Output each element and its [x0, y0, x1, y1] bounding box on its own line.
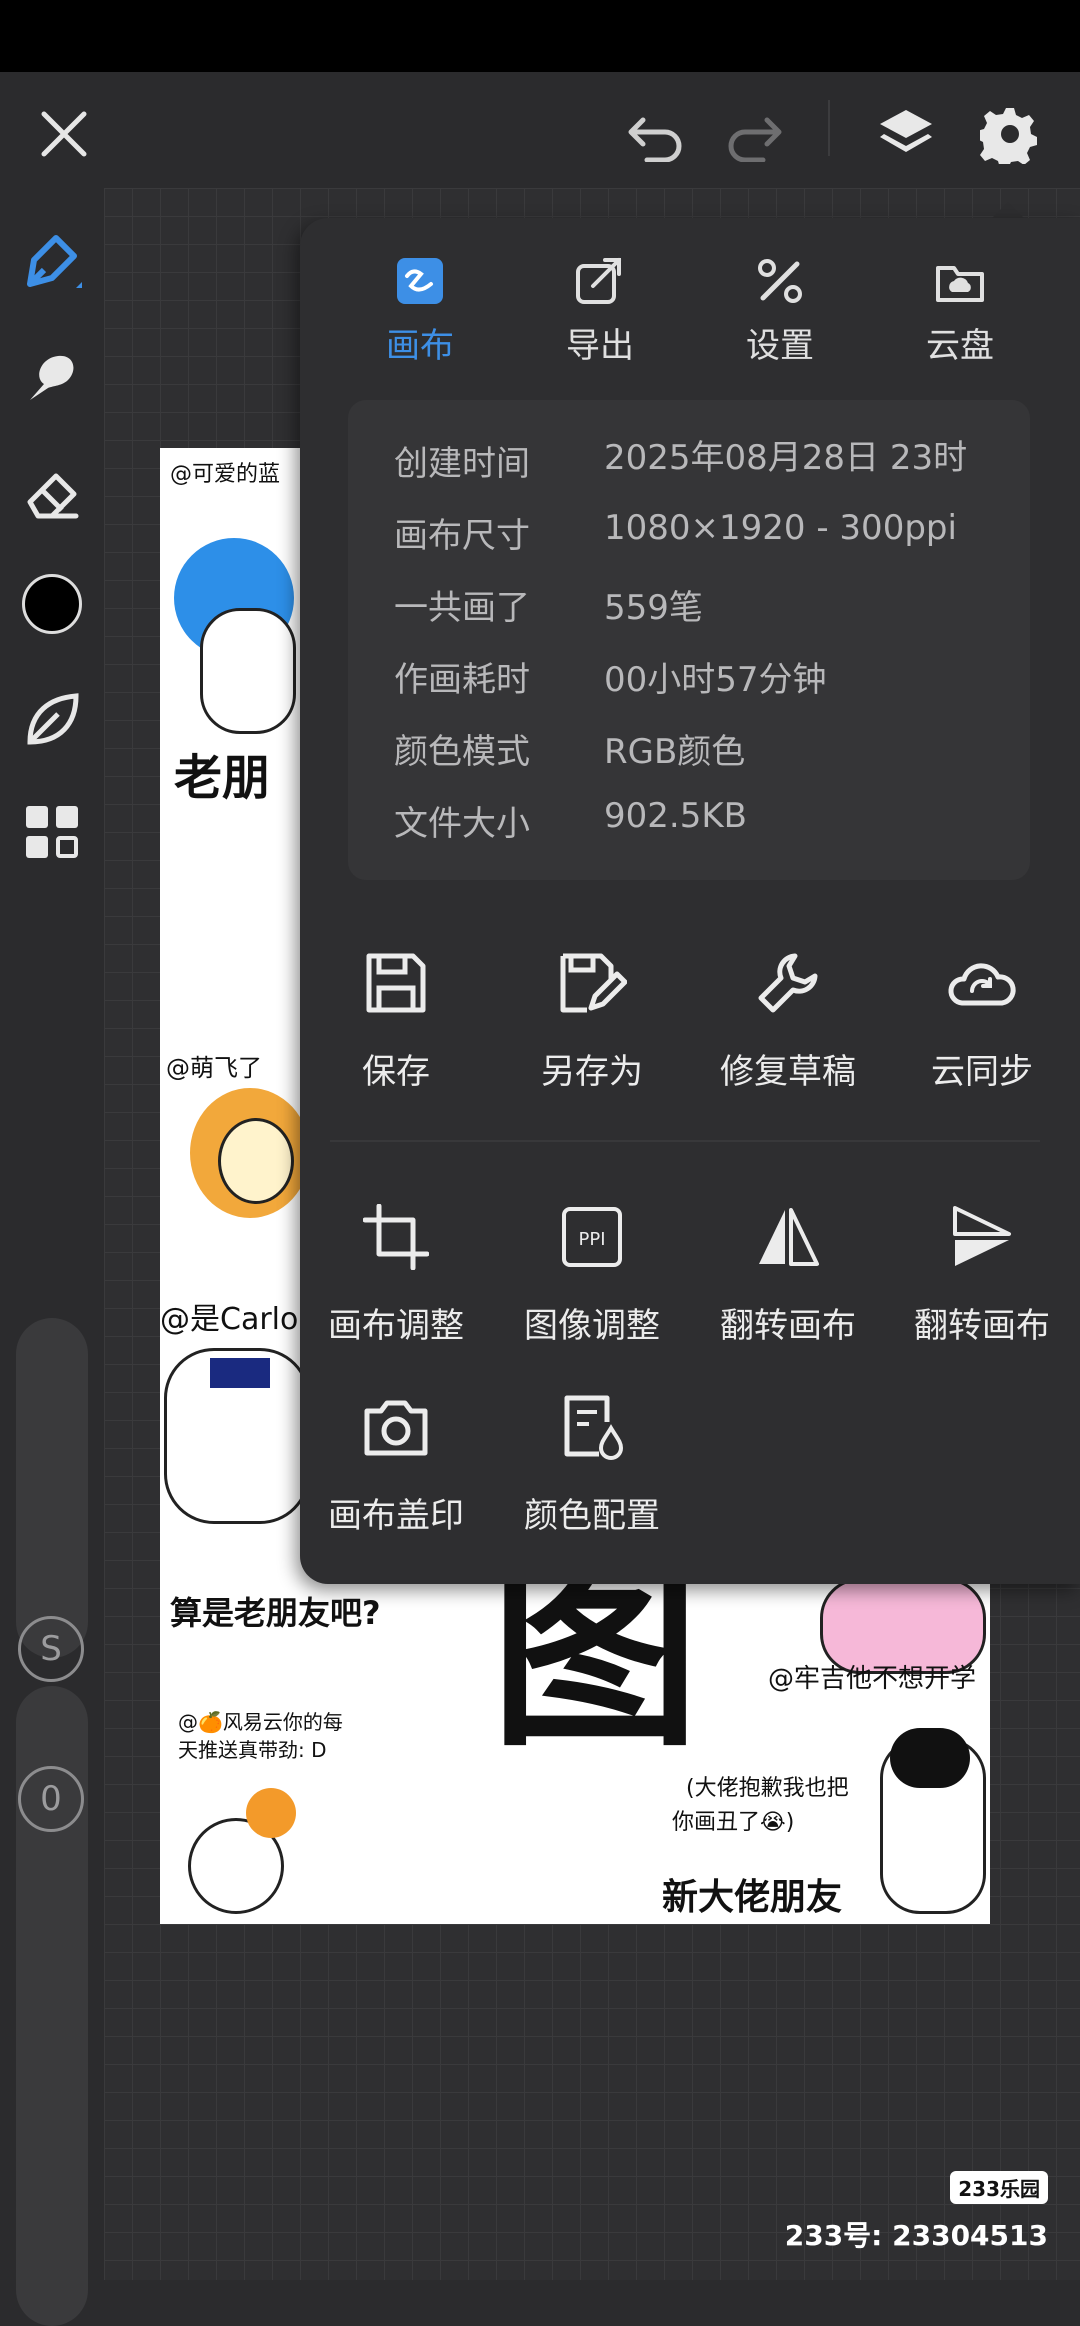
tab-settings[interactable]: 设置 [710, 250, 850, 370]
color-profile-icon [494, 1388, 690, 1466]
artwork-caption: @萌飞了 [166, 1054, 262, 1082]
status-bar [0, 0, 1080, 72]
flip-horizontal-icon [690, 1198, 886, 1276]
ppi-icon: PPI [494, 1198, 690, 1276]
artwork-caption: (大佬抱歉我也把 [686, 1776, 849, 1801]
info-value: 2025年08月28日 23时 [604, 438, 968, 478]
artwork-caption: @是Carlo [160, 1302, 299, 1337]
save-button[interactable]: 保存 [298, 944, 494, 1093]
flip-vertical-icon [884, 1198, 1080, 1276]
color-picker-swatch[interactable] [12, 564, 92, 644]
info-value: 1080×1920 - 300ppi [604, 508, 957, 548]
action-label: 另存为 [541, 1052, 643, 1092]
undo-icon[interactable] [618, 96, 694, 172]
info-label: 画布尺寸 [394, 516, 530, 556]
watermark-id: 233号: 23304513 [784, 2219, 1048, 2252]
tab-label: 画布 [386, 326, 454, 366]
tab-cloud-drive[interactable]: 云盘 [890, 250, 1030, 370]
info-label: 作画耗时 [394, 660, 530, 700]
artwork-caption: 算是老朋友吧? [170, 1594, 381, 1632]
brush-size-knob[interactable]: S [18, 1616, 84, 1682]
crop-icon [298, 1198, 494, 1276]
info-label: 创建时间 [394, 444, 530, 484]
action-label: 云同步 [931, 1052, 1033, 1092]
flip-canvas-horizontal-button[interactable]: 翻转画布 [690, 1198, 886, 1347]
artwork-caption: 天推送真带劲: D [178, 1738, 327, 1762]
info-label: 一共画了 [394, 588, 530, 628]
info-value: 559笔 [604, 588, 703, 628]
save-as-icon [494, 944, 690, 1022]
action-label: 翻转画布 [720, 1306, 856, 1346]
canvas-stamp-button[interactable]: 画布盖印 [298, 1388, 494, 1537]
tab-label: 设置 [746, 326, 814, 366]
layers-icon[interactable] [866, 94, 946, 174]
grid-menu-icon[interactable] [12, 792, 92, 872]
action-label: 画布盖印 [328, 1496, 464, 1536]
action-label: 翻转画布 [914, 1306, 1050, 1346]
brush-size-slider[interactable] [16, 1318, 88, 1658]
image-adjust-button[interactable]: PPI 图像调整 [494, 1198, 690, 1347]
action-label: 修复草稿 [720, 1052, 856, 1092]
leaf-icon[interactable] [12, 680, 92, 760]
artwork-caption: 你画丑了😭) [672, 1810, 795, 1835]
export-icon [530, 250, 670, 312]
info-value: RGB颜色 [604, 732, 746, 772]
cloud-sync-button[interactable]: 云同步 [884, 944, 1080, 1093]
settings-tools-icon [710, 250, 850, 312]
artwork-figure [218, 1118, 294, 1204]
info-label: 颜色模式 [394, 732, 530, 772]
wrench-icon [690, 944, 886, 1022]
info-value: 00小时57分钟 [604, 660, 827, 700]
cloud-sync-icon [884, 944, 1080, 1022]
info-label: 文件大小 [394, 804, 530, 844]
action-label: 颜色配置 [524, 1496, 660, 1536]
smudge-tool-icon[interactable] [12, 338, 92, 418]
artwork-figure [246, 1788, 296, 1838]
redo-icon[interactable] [716, 96, 792, 172]
artwork-figure [210, 1358, 270, 1388]
artwork-caption: 新大佬朋友 [662, 1877, 843, 1918]
top-bar [0, 72, 1080, 188]
tab-canvas[interactable]: 画布 [350, 250, 490, 370]
gear-icon[interactable] [970, 94, 1050, 174]
flip-canvas-vertical-button[interactable]: 翻转画布 [884, 1198, 1080, 1347]
action-label: 画布调整 [328, 1306, 464, 1346]
opacity-knob[interactable]: 0 [18, 1766, 84, 1832]
artwork-caption: @牢吉他不想开学 [768, 1664, 977, 1694]
svg-text:PPI: PPI [578, 1229, 605, 1250]
artwork-figure [890, 1728, 970, 1788]
artwork-figure [200, 608, 296, 734]
tab-label: 云盘 [926, 326, 994, 366]
toolbar-divider [828, 100, 830, 156]
artwork-caption: 老朋 [174, 750, 271, 806]
canvas-info-card: 创建时间 2025年08月28日 23时 画布尺寸 1080×1920 - 30… [348, 400, 1030, 880]
eraser-tool-icon[interactable] [12, 454, 92, 534]
camera-icon [298, 1388, 494, 1466]
canvas-icon [350, 250, 490, 312]
action-label: 图像调整 [524, 1306, 660, 1346]
tab-export[interactable]: 导出 [530, 250, 670, 370]
tab-label: 导出 [566, 326, 634, 366]
left-toolbar: S 0 [0, 188, 104, 2326]
save-icon [298, 944, 494, 1022]
watermark-logo: 233乐园 [950, 2171, 1048, 2204]
canvas-adjust-button[interactable]: 画布调整 [298, 1198, 494, 1347]
info-value: 902.5KB [604, 796, 747, 836]
artwork-caption: @🍊风易云你的每 [178, 1710, 343, 1734]
watermark: 233乐园 233号: 23304513 [785, 2170, 1048, 2254]
brush-tool-icon[interactable] [12, 222, 92, 302]
color-profile-button[interactable]: 颜色配置 [494, 1388, 690, 1537]
section-divider [330, 1140, 1040, 1142]
save-as-button[interactable]: 另存为 [494, 944, 690, 1093]
action-label: 保存 [362, 1052, 430, 1092]
cloud-drive-icon [890, 250, 1030, 312]
close-icon[interactable] [26, 96, 102, 172]
artwork-caption: @可爱的蓝 [170, 462, 281, 487]
repair-draft-button[interactable]: 修复草稿 [690, 944, 886, 1093]
